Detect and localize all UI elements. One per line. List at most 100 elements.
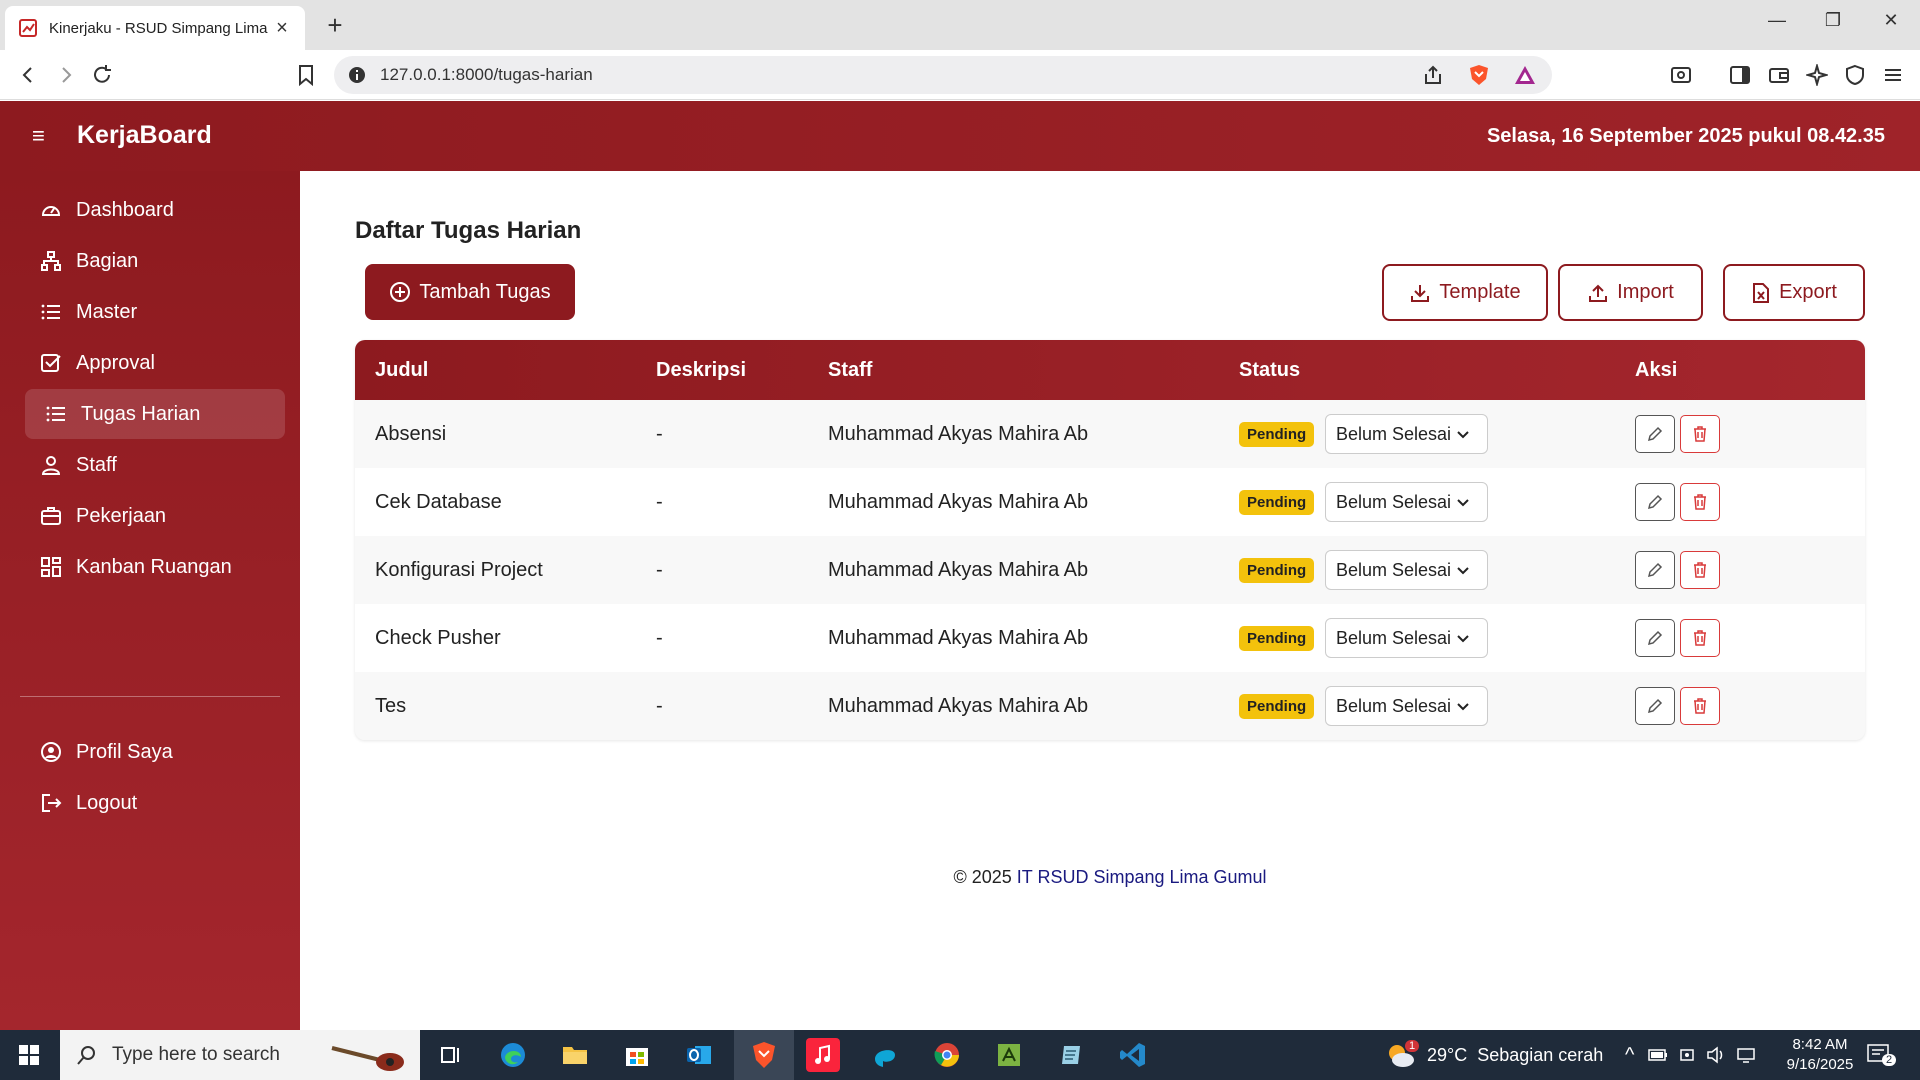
leo-ai-icon[interactable] [1804,62,1830,88]
delete-button[interactable] [1680,415,1720,453]
status-badge: Pending [1239,626,1315,651]
windows-start-icon[interactable] [12,1038,46,1072]
cell-deskripsi: - [656,627,663,649]
edge-icon[interactable] [496,1038,530,1072]
file-explorer-icon[interactable] [558,1038,592,1072]
notification-center[interactable]: 2 [1866,1030,1897,1080]
bookmark-icon[interactable] [292,61,320,89]
brave-rewards-icon[interactable] [1514,64,1536,86]
sidebar-item-label: Profil Saya [76,740,173,763]
brave-taskbar-icon[interactable] [734,1030,794,1080]
maximize-icon[interactable]: ❐ [1818,10,1848,31]
list-icon [41,304,60,320]
sidebar-item-profil-saya[interactable]: Profil Saya [25,727,285,777]
close-window-icon[interactable]: ✕ [1876,10,1906,31]
address-toolbar: 127.0.0.1:8000/tugas-harian [0,50,1920,100]
battery-icon[interactable] [1648,1048,1668,1062]
reload-icon[interactable] [88,61,116,89]
volume-icon[interactable] [1706,1046,1726,1064]
chevron-down-icon [1457,567,1469,575]
delete-button[interactable] [1680,551,1720,589]
add-task-button[interactable]: Tambah Tugas [365,264,575,320]
sidebar-item-bagian[interactable]: Bagian [25,236,285,286]
footer-copyright: © 2025 [953,867,1012,887]
delete-button[interactable] [1680,619,1720,657]
sidebar-item-dashboard[interactable]: Dashboard [25,185,285,235]
sidebar-item-label: Tugas Harian [81,402,201,425]
chart-favicon-icon [19,19,37,37]
status-badge: Pending [1239,558,1315,583]
delete-button[interactable] [1680,483,1720,521]
template-button[interactable]: Template [1382,264,1548,321]
edit-button[interactable] [1635,551,1675,589]
sidebar: Dashboard Bagian Master Approval Tugas H… [0,171,300,1030]
brave-shield-icon[interactable] [1468,64,1490,86]
delete-button[interactable] [1680,687,1720,725]
header-datetime: Selasa, 16 September 2025 pukul 08.42.35 [1486,125,1885,147]
reader-icon[interactable] [1668,62,1694,88]
sidebar-item-staff[interactable]: Staff [25,440,285,490]
info-icon[interactable] [348,66,366,84]
sidebar-item-logout[interactable]: Logout [25,778,285,828]
vpn-shield-icon[interactable] [1842,62,1868,88]
network-icon[interactable] [1736,1046,1756,1064]
sidebar-item-tugas-harian[interactable]: Tugas Harian [25,389,285,439]
edge-dev-icon[interactable] [868,1038,902,1072]
edit-button[interactable] [1635,687,1675,725]
outlook-icon[interactable] [682,1038,716,1072]
vscode-icon[interactable] [1116,1038,1150,1072]
status-select[interactable]: Belum Selesai [1325,686,1488,726]
upload-icon [1589,284,1608,302]
chevron-up-icon[interactable]: ^ [1625,1044,1634,1067]
chrome-icon[interactable] [930,1038,964,1072]
export-label: Export [1779,281,1837,303]
taskbar-search[interactable]: Type here to search [60,1030,420,1080]
sidebar-item-pekerjaan[interactable]: Pekerjaan [25,491,285,541]
edit-button[interactable] [1635,415,1675,453]
cell-deskripsi: - [656,559,663,581]
wallet-icon[interactable] [1766,62,1792,88]
brand-logo[interactable]: KerjaBoard [77,121,212,150]
minimize-icon[interactable]: — [1762,10,1792,31]
edit-button[interactable] [1635,483,1675,521]
taskbar-search-placeholder: Type here to search [112,1044,280,1065]
pencil-icon [1647,698,1663,714]
status-select[interactable]: Belum Selesai [1325,550,1488,590]
microsoft-store-icon[interactable] [620,1038,654,1072]
import-button[interactable]: Import [1558,264,1703,321]
sql-tool-icon[interactable] [992,1038,1026,1072]
new-tab-button[interactable]: + [320,10,350,41]
weather-widget[interactable]: 1 29°C Sebagian cerah [1385,1030,1603,1080]
sidebar-item-kanban-ruangan[interactable]: Kanban Ruangan [25,542,285,592]
status-select[interactable]: Belum Selesai [1325,414,1488,454]
close-tab-icon[interactable]: × [273,17,291,40]
weather-badge: 1 [1405,1040,1420,1052]
export-button[interactable]: Export [1723,264,1865,321]
menu-icon[interactable] [1880,62,1906,88]
trash-icon [1694,562,1706,578]
notepad-icon[interactable] [1054,1038,1088,1072]
user-circle-icon [41,742,61,762]
trash-icon [1694,494,1706,510]
column-header-staff: Staff [828,359,873,381]
browser-tab[interactable]: Kinerjaku - RSUD Simpang Lima × [5,6,305,50]
footer-org-link[interactable]: IT RSUD Simpang Lima Gumul [1017,867,1267,887]
sidebar-item-approval[interactable]: Approval [25,338,285,388]
status-select[interactable]: Belum Selesai [1325,482,1488,522]
share-icon[interactable] [1422,64,1444,86]
status-select[interactable]: Belum Selesai [1325,618,1488,658]
column-header-status: Status [1239,359,1301,381]
edit-button[interactable] [1635,619,1675,657]
apple-music-icon[interactable] [806,1038,840,1072]
back-icon[interactable] [14,61,42,89]
sidebar-item-master[interactable]: Master [25,287,285,337]
clock-date: 9/16/2025 [1786,1056,1854,1073]
taskbar-clock[interactable]: 8:42 AM 9/16/2025 [1770,1030,1870,1080]
forward-icon[interactable] [52,61,80,89]
task-view-icon[interactable] [433,1038,467,1072]
sidebar-toggle-icon[interactable] [1727,62,1753,88]
table-row: Cek Database - Muhammad Akyas Mahira Ab … [355,468,1865,536]
meet-now-icon[interactable] [1678,1046,1696,1064]
url-bar[interactable]: 127.0.0.1:8000/tugas-harian [334,56,1552,94]
hamburger-menu-icon[interactable]: ≡ [32,123,45,149]
